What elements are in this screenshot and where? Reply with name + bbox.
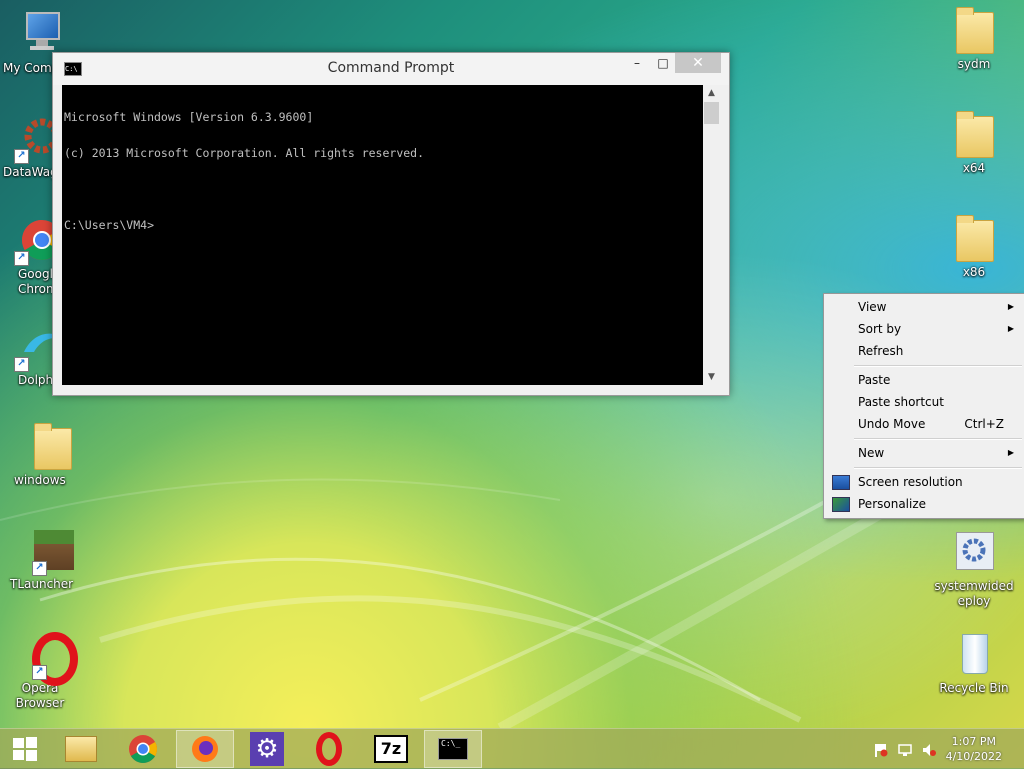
menu-item-label: View	[858, 300, 887, 314]
desktop-icon-label: sydm	[957, 57, 991, 71]
opera-icon	[316, 732, 342, 766]
taskbar-firefox[interactable]	[176, 730, 234, 768]
file-explorer-icon	[65, 736, 97, 762]
desktop-icon-systemwidedeploy[interactable]: systemwided eploy	[934, 528, 1014, 609]
system-clock[interactable]: 1:07 PM 4/10/2022	[946, 734, 1002, 764]
minimize-button[interactable]: –	[623, 53, 651, 73]
menu-item-label: Paste shortcut	[858, 395, 944, 409]
folder-icon	[950, 6, 998, 54]
start-button[interactable]	[0, 730, 50, 768]
menu-separator	[854, 467, 1022, 469]
7zip-icon: 7z	[374, 735, 408, 763]
desktop-icon-recycle-bin[interactable]: Recycle Bin	[934, 630, 1014, 696]
desktop-icon-x64[interactable]: x64	[934, 110, 1014, 176]
recycle-bin-icon	[950, 630, 998, 678]
maximize-button[interactable]: □	[649, 53, 677, 73]
menu-item-personalize[interactable]: Personalize	[826, 493, 1022, 515]
computer-icon	[16, 10, 64, 58]
monitor-icon	[832, 475, 850, 490]
menu-item-refresh[interactable]: Refresh	[826, 340, 1022, 362]
shortcut-arrow-icon: ↗	[14, 251, 29, 266]
taskbar-chrome[interactable]	[114, 730, 172, 768]
console-line: Microsoft Windows [Version 6.3.9600]	[64, 110, 314, 124]
volume-muted-icon[interactable]	[922, 742, 936, 756]
console-line: (c) 2013 Microsoft Corporation. All righ…	[64, 146, 425, 160]
taskbar-opera[interactable]	[300, 730, 358, 768]
clock-date: 4/10/2022	[945, 750, 1002, 763]
menu-item-screen-resolution[interactable]: Screen resolution	[826, 471, 1022, 493]
folder-icon	[950, 214, 998, 262]
personalize-icon	[832, 497, 850, 512]
shortcut-arrow-icon: ↗	[14, 357, 29, 372]
menu-item-paste-shortcut[interactable]: Paste shortcut	[826, 391, 1022, 413]
taskbar-command-prompt[interactable]: C:\_	[424, 730, 482, 768]
shortcut-arrow-icon: ↗	[14, 149, 29, 164]
command-prompt-window[interactable]: C:\ Command Prompt – □ ✕ Microsoft Windo…	[52, 52, 730, 396]
menu-item-view[interactable]: View ▶	[826, 296, 1022, 318]
desktop-icon-x86[interactable]: x86	[934, 214, 1014, 280]
menu-item-label: Undo Move	[858, 417, 926, 431]
menu-item-sort-by[interactable]: Sort by ▶	[826, 318, 1022, 340]
firefox-icon	[192, 736, 218, 762]
scroll-down-icon[interactable]: ▼	[703, 369, 720, 385]
desktop-context-menu: View ▶ Sort by ▶ Refresh Paste Paste sho…	[823, 293, 1024, 519]
desktop-icon-label: windows	[14, 473, 66, 487]
desktop-icon-label: Opera Browser	[15, 681, 65, 710]
shortcut-arrow-icon: ↗	[32, 665, 47, 680]
desktop-icon-label: systemwided eploy	[934, 579, 1014, 608]
taskbar-file-explorer[interactable]	[52, 730, 110, 768]
close-button[interactable]: ✕	[675, 53, 721, 73]
clock-time: 1:07 PM	[951, 735, 996, 748]
grass-block-icon: ↗	[16, 526, 74, 576]
settings-gear-icon	[950, 528, 998, 576]
menu-item-label: Paste	[858, 373, 891, 387]
settings-gear-icon: ⚙	[250, 732, 284, 766]
menu-item-new[interactable]: New ▶	[826, 442, 1022, 464]
desktop-icon-label: Recycle Bin	[939, 681, 1009, 695]
console-prompt: C:\Users\VM4>	[64, 218, 155, 232]
window-titlebar[interactable]: C:\ Command Prompt – □ ✕	[53, 53, 729, 85]
scroll-up-icon[interactable]: ▲	[703, 85, 720, 101]
vertical-scrollbar[interactable]: ▲ ▼	[703, 85, 720, 385]
submenu-arrow-icon: ▶	[1007, 302, 1014, 311]
menu-item-paste[interactable]: Paste	[826, 369, 1022, 391]
menu-separator	[854, 438, 1022, 440]
folder-icon	[950, 110, 998, 158]
desktop-icon-tlauncher[interactable]: ↗ TLauncher	[0, 526, 80, 592]
desktop-icon-sydm[interactable]: sydm	[934, 6, 1014, 72]
scroll-thumb[interactable]	[704, 102, 719, 124]
menu-shortcut-text: Ctrl+Z	[964, 417, 1004, 431]
menu-item-label: Personalize	[858, 497, 927, 511]
submenu-arrow-icon: ▶	[1007, 324, 1014, 333]
menu-item-label: Screen resolution	[858, 475, 963, 489]
menu-separator	[854, 365, 1022, 367]
desktop-icon-label: x86	[962, 265, 986, 279]
action-center-flag-icon[interactable]	[874, 742, 888, 757]
cmd-icon: C:\_	[438, 738, 468, 760]
chrome-icon	[129, 735, 157, 763]
menu-item-label: Refresh	[858, 344, 904, 358]
windows-logo-icon	[13, 737, 37, 761]
desktop-icon-opera[interactable]: ↗ Opera Browser	[0, 630, 80, 711]
network-icon[interactable]	[898, 742, 912, 756]
submenu-arrow-icon: ▶	[1007, 448, 1014, 457]
desktop-icon-label: x64	[962, 161, 986, 175]
shortcut-arrow-icon: ↗	[32, 561, 47, 576]
menu-item-undo-move[interactable]: Undo Move Ctrl+Z	[826, 413, 1022, 435]
desktop-icon-windows-folder[interactable]: windows	[0, 422, 80, 488]
folder-icon	[16, 422, 72, 470]
opera-icon: ↗	[16, 630, 78, 686]
menu-item-label: New	[858, 446, 885, 460]
taskbar: ⚙ 7z C:\_ 1:07 PM 4/10/2022	[0, 728, 1024, 769]
desktop-icon-label: TLauncher	[10, 577, 74, 591]
menu-item-label: Sort by	[858, 322, 902, 336]
taskbar-settings[interactable]: ⚙	[238, 730, 296, 768]
console-output[interactable]: Microsoft Windows [Version 6.3.9600] (c)…	[62, 85, 703, 385]
taskbar-7zip[interactable]: 7z	[362, 730, 420, 768]
